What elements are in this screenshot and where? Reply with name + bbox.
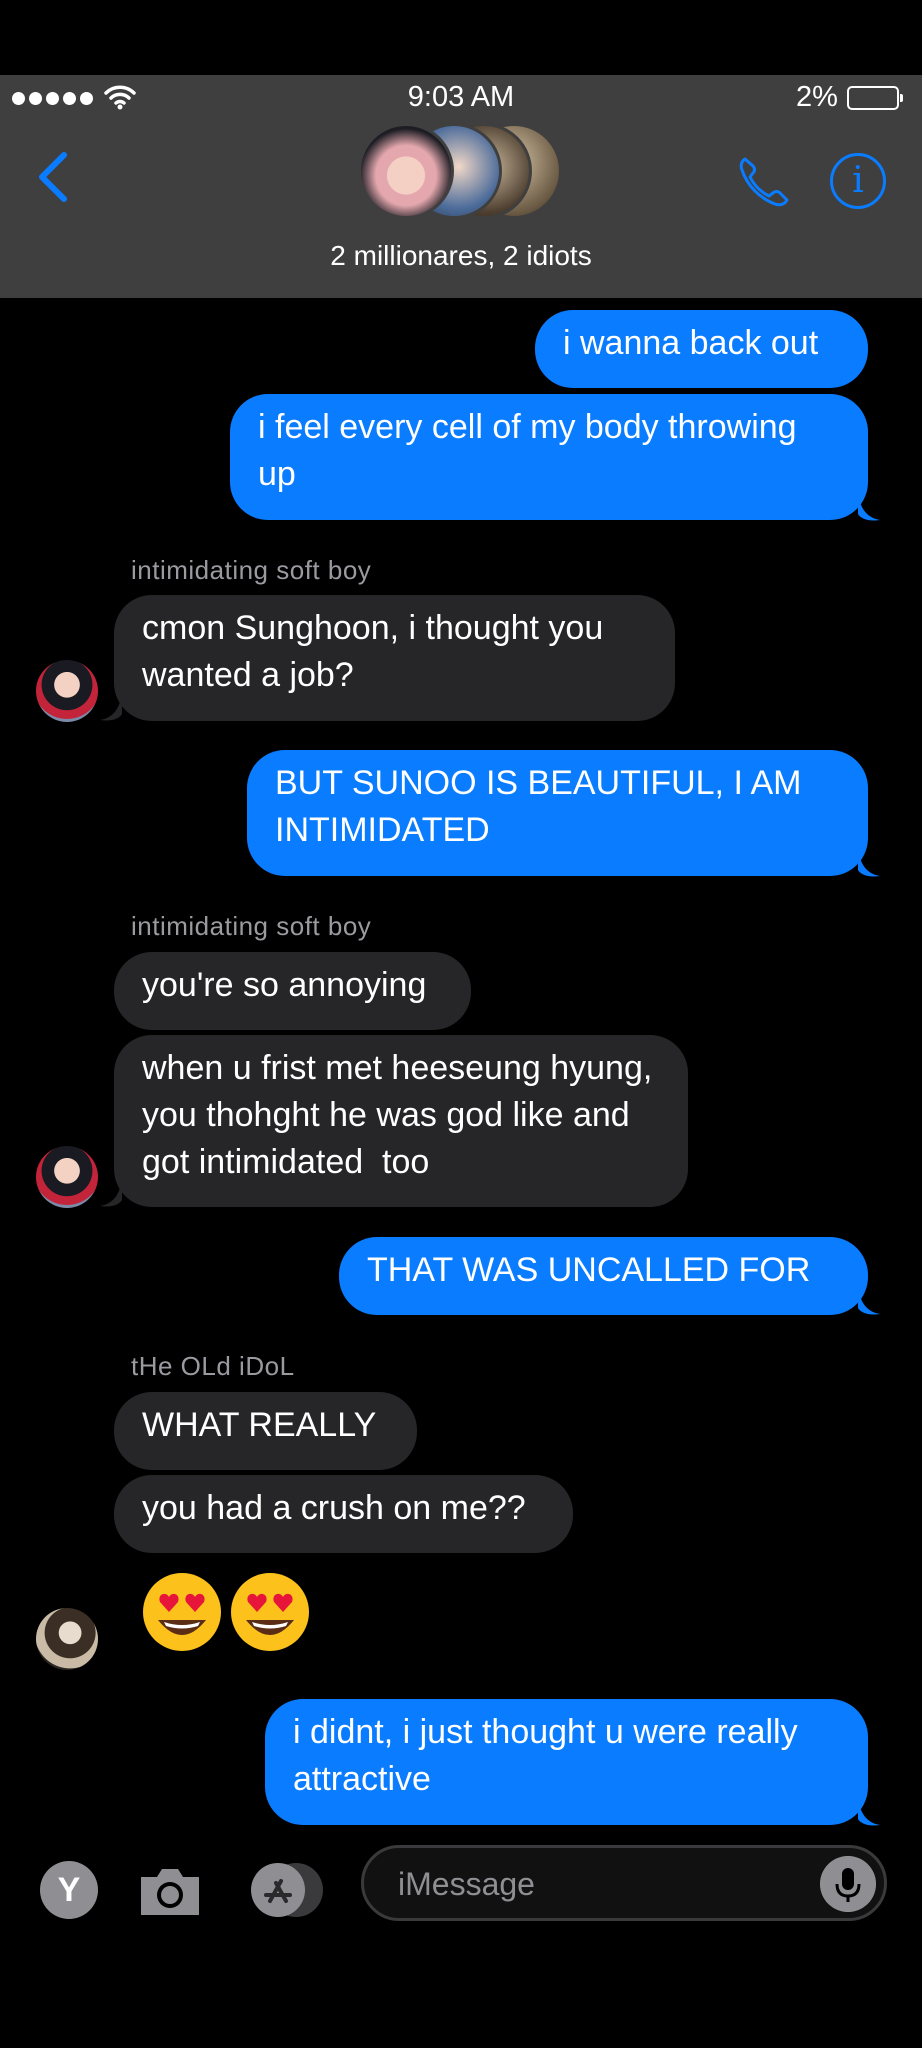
bubble-tail: [858, 1286, 880, 1315]
bubble-tail: [100, 692, 122, 721]
message-bubble-received[interactable]: you're so annoying: [114, 952, 471, 1030]
avatar[interactable]: [36, 660, 98, 722]
back-chevron-icon[interactable]: [30, 147, 80, 207]
battery-icon: [847, 86, 903, 110]
info-icon[interactable]: i: [830, 153, 886, 209]
battery-percent: 2%: [796, 81, 838, 113]
top-black-bar: [0, 0, 922, 75]
emoji-message[interactable]: [140, 1570, 312, 1654]
message-bubble-received[interactable]: WHAT REALLY: [114, 1392, 417, 1470]
sender-name: intimidating soft boy: [131, 555, 372, 585]
conversation-header: 9:03 AM 2% 2 millionares, 2 idiots i: [0, 75, 922, 298]
app-store-icon[interactable]: [248, 1861, 328, 1919]
group-avatar-1: [358, 123, 454, 219]
avatar[interactable]: [36, 1608, 98, 1670]
sender-name: tHe OLd iDoL: [131, 1351, 295, 1381]
message-bubble-received[interactable]: when u frist met heeseung hyung, you tho…: [114, 1035, 688, 1207]
phone-icon[interactable]: [733, 153, 793, 213]
group-avatars[interactable]: [358, 123, 568, 223]
bubble-tail: [858, 1797, 880, 1826]
message-bubble-sent[interactable]: BUT SUNOO IS BEAUTIFUL, I AM INTIMIDATED: [247, 750, 868, 876]
message-composer: Y: [0, 1830, 922, 1930]
microphone-icon[interactable]: [820, 1856, 876, 1912]
heart-eyes-emoji-icon: [231, 1573, 309, 1651]
message-input-field[interactable]: [361, 1845, 887, 1921]
camera-icon[interactable]: [135, 1855, 205, 1925]
bubble-tail: [858, 492, 880, 521]
message-input[interactable]: [396, 1858, 820, 1910]
sender-name: intimidating soft boy: [131, 911, 372, 941]
status-time: 9:03 AM: [407, 81, 515, 113]
message-bubble-sent[interactable]: THAT WAS UNCALLED FOR: [339, 1237, 868, 1315]
avatar[interactable]: [36, 1146, 98, 1208]
message-bubble-sent[interactable]: i wanna back out: [535, 310, 868, 388]
bubble-tail: [100, 1178, 122, 1207]
status-bar: 9:03 AM 2%: [0, 75, 922, 125]
message-bubble-sent[interactable]: i didnt, i just thought u were really at…: [265, 1699, 868, 1825]
message-bubble-sent[interactable]: i feel every cell of my body throwing up: [230, 394, 868, 520]
app-drawer-button[interactable]: Y: [40, 1861, 98, 1919]
heart-eyes-emoji-icon: [143, 1573, 221, 1651]
message-bubble-received[interactable]: cmon Sunghoon, i thought you wanted a jo…: [114, 595, 675, 721]
message-bubble-received[interactable]: you had a crush on me??: [114, 1475, 573, 1553]
bubble-tail: [858, 848, 880, 877]
group-name[interactable]: 2 millionares, 2 idiots: [0, 240, 922, 272]
